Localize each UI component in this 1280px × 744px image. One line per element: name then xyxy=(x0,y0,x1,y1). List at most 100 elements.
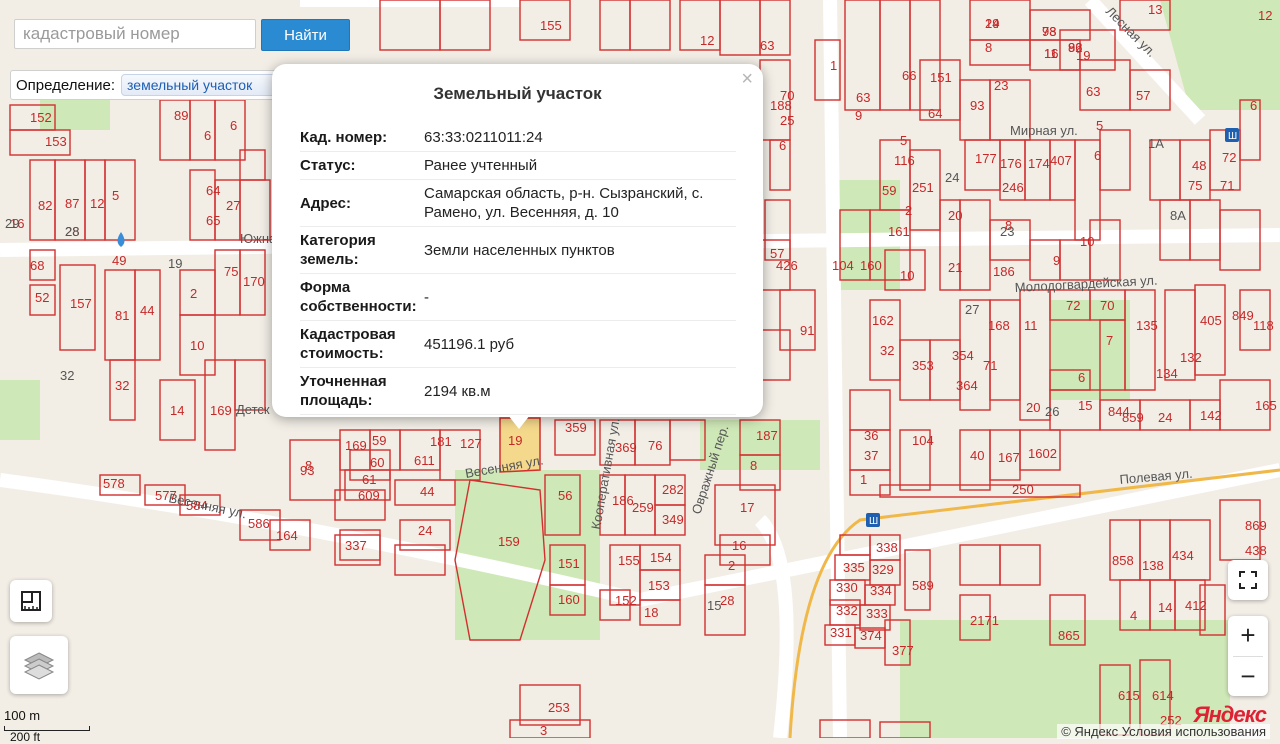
info-value: Самарская область, р-н. Сызранский, с. Р… xyxy=(424,179,736,227)
parcel-number-label: 155 xyxy=(618,553,640,568)
parcel-number-label: 412 xyxy=(1185,598,1207,613)
ruler-button[interactable] xyxy=(10,580,52,622)
parcel-number-label: 181 xyxy=(430,434,452,449)
svg-text:Ш: Ш xyxy=(869,516,878,527)
parcel-number-label: 23 xyxy=(994,78,1008,93)
info-row: Статус: Ранее учтенный xyxy=(300,151,736,180)
parcel-number-label: 89 xyxy=(174,108,188,123)
parcel-number-label: 12 xyxy=(90,196,104,211)
zoom-in-icon[interactable]: + xyxy=(1228,616,1268,656)
parcel-number-label: 19 xyxy=(508,433,522,448)
parcel-number-label: 8 xyxy=(750,458,757,473)
parcel-number-label: 186 xyxy=(993,264,1015,279)
info-row: Уточненная площадь: 2194 кв.м xyxy=(300,367,736,415)
parcel-number-label: 858 xyxy=(1112,553,1134,568)
parcel-number-label: 160 xyxy=(558,592,580,607)
parcel-number-label: 152 xyxy=(30,110,52,125)
parcel-number-label: 28 xyxy=(720,593,734,608)
parcel-number-label: 2 xyxy=(728,558,735,573)
parcel-number-label: 332 xyxy=(836,603,858,618)
info-key: Категория земель: xyxy=(300,226,424,274)
parcel-number-label: 57 xyxy=(1136,88,1150,103)
parcel-number-label: 7 xyxy=(1106,333,1113,348)
parcel-number-label: 176 xyxy=(1000,156,1022,171)
parcel-number-label: 161 xyxy=(888,224,910,239)
find-button[interactable]: Найти xyxy=(261,19,350,51)
parcel-number-label: 331 xyxy=(830,625,852,640)
parcel-number-label: 44 xyxy=(420,484,434,499)
parcel-number-label: 849 xyxy=(1232,308,1254,323)
parcel-number-label: 61 xyxy=(362,472,376,487)
point-label: 15 xyxy=(707,598,721,613)
parcel-number-label: 57 xyxy=(770,246,784,261)
parcel-number-label: 187 xyxy=(756,428,778,443)
parcel-number-label: 251 xyxy=(912,180,934,195)
parcel-number-label: 91 xyxy=(800,323,814,338)
parcel-number-label: 865 xyxy=(1058,628,1080,643)
parcel-number-label: 104 xyxy=(912,433,934,448)
parcel-number-label: 63 xyxy=(856,90,870,105)
parcel-number-label: 159 xyxy=(498,534,520,549)
parcel-number-label: 66 xyxy=(902,68,916,83)
parcel-number-label: 359 xyxy=(565,420,587,435)
parcel-number-label: 4 xyxy=(1130,608,1137,623)
parcel-number-label: 16 xyxy=(732,538,746,553)
parcel-number-label: 24 xyxy=(1158,410,1172,425)
parcel-number-label: 253 xyxy=(548,700,570,715)
zoom-out-icon[interactable]: − xyxy=(1228,656,1268,696)
parcel-number-label: 32 xyxy=(880,343,894,358)
parcel-number-label: 14 xyxy=(1158,600,1172,615)
parcel-number-label: 615 xyxy=(1118,688,1140,703)
parcel-number-label: 335 xyxy=(843,560,865,575)
layers-button[interactable] xyxy=(10,636,68,694)
info-key: Кад. номер: xyxy=(300,124,424,152)
parcel-number-label: 29 xyxy=(985,16,999,31)
parcel-number-label: 434 xyxy=(1172,548,1194,563)
parcel-number-label: 246 xyxy=(1002,180,1024,195)
copyright[interactable]: © Яндекс Условия использования xyxy=(1057,724,1270,739)
parcel-number-label: 10 xyxy=(190,338,204,353)
bus-stop-icon[interactable]: Ш xyxy=(866,513,880,527)
parcel-number-label: 160 xyxy=(860,258,882,273)
parcel-number-label: 60 xyxy=(370,455,384,470)
parcel-number-label: 27 xyxy=(226,198,240,213)
info-value: 63:33:0211011:24 xyxy=(424,124,736,152)
fullscreen-button[interactable] xyxy=(1228,560,1268,600)
parcel-number-label: 170 xyxy=(243,274,265,289)
bus-stop-icon[interactable]: Ш xyxy=(1225,128,1239,142)
info-row: Форма собственности: - xyxy=(300,273,736,321)
parcel-number-label: 577 xyxy=(155,488,177,503)
parcel-number-label: 12 xyxy=(1258,8,1272,23)
parcel-number-label: 70 xyxy=(1100,298,1114,313)
parcel-number-label: 8 xyxy=(985,40,992,55)
parcel-info-popup: × Земельный участок Кад. номер: 63:33:02… xyxy=(272,64,763,417)
parcel-number-label: 6 xyxy=(1094,148,1101,163)
parcel-number-label: 405 xyxy=(1200,313,1222,328)
point-label: 24 xyxy=(945,170,959,185)
parcel-number-label: 169 xyxy=(345,438,367,453)
parcel-number-label: 5 xyxy=(112,188,119,203)
parcel-number-label: 859 xyxy=(1122,410,1144,425)
parcel-number-label: 338 xyxy=(876,540,898,555)
point-label: 23 xyxy=(1000,224,1014,239)
parcel-number-label: 162 xyxy=(872,313,894,328)
parcel-number-label: 9 xyxy=(1053,253,1060,268)
parcel-number-label: 174 xyxy=(1028,156,1050,171)
parcel-number-label: 21 xyxy=(948,260,962,275)
parcel-number-label: 377 xyxy=(892,643,914,658)
parcel-number-label: 614 xyxy=(1152,688,1174,703)
info-key: Статус: xyxy=(300,151,424,180)
parcel-number-label: 186 xyxy=(612,493,634,508)
parcel-number-label: 329 xyxy=(872,562,894,577)
parcel-number-label: 153 xyxy=(648,578,670,593)
parcel-number-label: 68 xyxy=(30,258,44,273)
parcel-number-label: 369 xyxy=(615,440,637,455)
info-row: Кадастровая стоимость: 451196.1 руб xyxy=(300,320,736,368)
parcel-number-label: 349 xyxy=(662,512,684,527)
parcel-number-label: 49 xyxy=(112,253,126,268)
parcel-number-label: 586 xyxy=(248,516,270,531)
parcel-number-label: 167 xyxy=(998,450,1020,465)
parcel-number-label: 75 xyxy=(1188,178,1202,193)
parcel-number-label: 118 xyxy=(1253,318,1274,333)
cadastral-number-input[interactable] xyxy=(14,19,256,49)
